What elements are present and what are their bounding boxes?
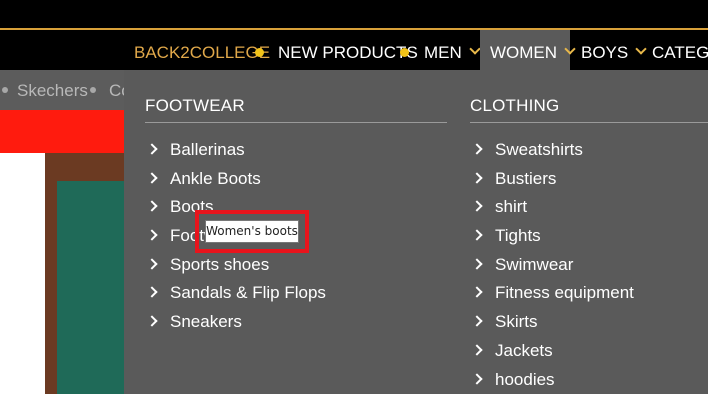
nav-men-label: MEN bbox=[424, 43, 462, 62]
clothing-item-label: Fitness equipment bbox=[495, 283, 634, 302]
nav-new-products[interactable]: NEW PRODUCTS bbox=[278, 30, 418, 70]
chevron-right-icon bbox=[471, 287, 482, 298]
chevron-right-icon bbox=[146, 229, 157, 240]
chevron-right-icon bbox=[146, 315, 157, 326]
clothing-item-label: Jackets bbox=[495, 341, 553, 360]
chevron-right-icon bbox=[146, 287, 157, 298]
footwear-item[interactable]: Sneakers bbox=[145, 312, 326, 341]
chevron-right-icon bbox=[471, 172, 482, 183]
brand-skechers[interactable]: Skechers bbox=[17, 70, 88, 112]
brand-separator-dot bbox=[90, 87, 96, 93]
tooltip-highlight-frame: Women's boots bbox=[195, 210, 309, 253]
nav-women[interactable]: WOMEN bbox=[480, 30, 570, 70]
chevron-right-icon bbox=[146, 258, 157, 269]
chevron-right-icon bbox=[471, 373, 482, 384]
footwear-divider bbox=[145, 122, 447, 123]
tooltip: Women's boots bbox=[205, 220, 299, 243]
clothing-list: Sweatshirts Bustiers shirt Tights Swimwe… bbox=[470, 140, 634, 398]
chevron-right-icon bbox=[146, 172, 157, 183]
chevron-right-icon bbox=[471, 229, 482, 240]
nav-back2college[interactable]: BACK2COLLEGE bbox=[134, 30, 270, 70]
footwear-item-label: Sandals & Flip Flops bbox=[170, 283, 326, 302]
chevron-down-icon bbox=[636, 43, 647, 54]
clothing-item[interactable]: Tights bbox=[470, 226, 634, 255]
clothing-item-label: hoodies bbox=[495, 370, 555, 389]
chevron-down-icon bbox=[564, 43, 575, 54]
clothing-item-label: Bustiers bbox=[495, 169, 556, 188]
nav-separator-dot bbox=[400, 48, 409, 57]
top-bar bbox=[0, 0, 708, 30]
clothing-item[interactable]: Skirts bbox=[470, 312, 634, 341]
clothing-item-label: Swimwear bbox=[495, 255, 573, 274]
footwear-item-label: Sports shoes bbox=[170, 255, 269, 274]
footwear-item[interactable]: Sports shoes bbox=[145, 255, 326, 284]
clothing-item-label: shirt bbox=[495, 197, 527, 216]
clothing-item-label: Skirts bbox=[495, 312, 538, 331]
footwear-item[interactable]: Sandals & Flip Flops bbox=[145, 283, 326, 312]
nav-categories[interactable]: CATEGO bbox=[652, 30, 708, 70]
nav-men[interactable]: MEN bbox=[424, 30, 479, 70]
clothing-item-label: Tights bbox=[495, 226, 541, 245]
main-nav: BACK2COLLEGE NEW PRODUCTS MEN WOMEN BOYS… bbox=[0, 30, 708, 70]
clothing-item[interactable]: Fitness equipment bbox=[470, 283, 634, 312]
clothing-item[interactable]: Jackets bbox=[470, 341, 634, 370]
clothing-item[interactable]: Sweatshirts bbox=[470, 140, 634, 169]
footwear-item-label: Sneakers bbox=[170, 312, 242, 331]
footwear-item[interactable]: Ankle Boots bbox=[145, 169, 326, 198]
chevron-right-icon bbox=[146, 201, 157, 212]
chevron-right-icon bbox=[471, 315, 482, 326]
footwear-item-label: Ballerinas bbox=[170, 140, 245, 159]
nav-boys[interactable]: BOYS bbox=[581, 30, 645, 70]
nav-women-label: WOMEN bbox=[490, 43, 557, 62]
footwear-heading[interactable]: FOOTWEAR bbox=[145, 96, 245, 116]
clothing-item[interactable]: shirt bbox=[470, 197, 634, 226]
brand-separator-dot bbox=[2, 87, 8, 93]
footwear-item[interactable]: Ballerinas bbox=[145, 140, 326, 169]
nav-boys-label: BOYS bbox=[581, 43, 628, 62]
chevron-right-icon bbox=[471, 344, 482, 355]
chevron-down-icon bbox=[469, 43, 480, 54]
clothing-heading[interactable]: CLOTHING bbox=[470, 96, 559, 116]
clothing-divider bbox=[470, 122, 708, 123]
chevron-right-icon bbox=[471, 201, 482, 212]
clothing-item-label: Sweatshirts bbox=[495, 140, 583, 159]
chevron-right-icon bbox=[471, 258, 482, 269]
clothing-item[interactable]: Swimwear bbox=[470, 255, 634, 284]
clothing-item[interactable]: Bustiers bbox=[470, 169, 634, 198]
chevron-right-icon bbox=[146, 143, 157, 154]
chevron-right-icon bbox=[471, 143, 482, 154]
footwear-item-label: Ankle Boots bbox=[170, 169, 261, 188]
nav-separator-dot bbox=[255, 48, 264, 57]
